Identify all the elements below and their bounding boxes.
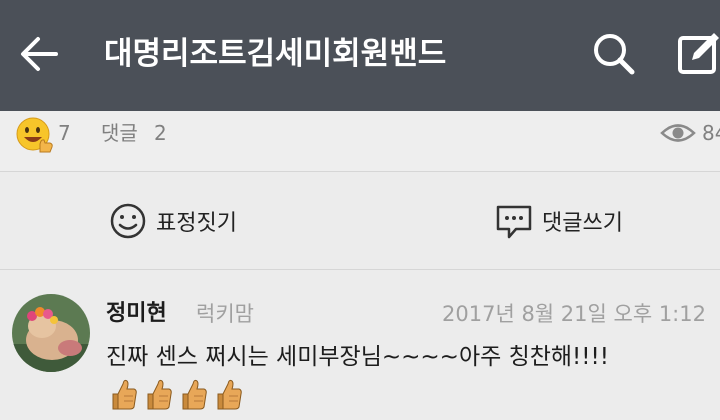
comment-text: 진짜 센스 쩌시는 세미부장님~~~~아주 칭찬해!!!! [106, 344, 609, 370]
band-title: 대명리조트김세미회원밴드 [104, 36, 447, 72]
comment-count[interactable]: 2 [154, 118, 167, 148]
reaction-count[interactable]: 7 [58, 118, 71, 148]
smiley-outline-icon [110, 203, 146, 239]
app-header: 대명리조트김세미회원밴드 [0, 0, 720, 111]
search-icon [594, 34, 635, 75]
compose-icon [678, 33, 719, 74]
thumbs-up-emoji-icon [106, 376, 140, 412]
thumbs-up-emoji-icon [141, 376, 175, 412]
write-post-button[interactable] [672, 28, 720, 80]
view-count: 84 [702, 121, 720, 145]
arrow-left-icon [21, 37, 58, 71]
search-button[interactable] [588, 28, 640, 80]
comment-timestamp: 2017년 8월 21일 오후 1:12 [442, 302, 706, 326]
eye-icon [660, 118, 696, 148]
speech-bubble-icon [496, 205, 532, 239]
write-comment-button[interactable]: 댓글쓰기 [494, 200, 623, 242]
back-button[interactable] [16, 30, 64, 78]
comment-author[interactable]: 정미현 [106, 298, 167, 330]
add-emotion-button[interactable]: 표정짓기 [108, 200, 237, 242]
write-comment-label: 댓글쓰기 [542, 211, 623, 236]
comment-author-nickname: 럭키맘 [196, 302, 254, 326]
avatar[interactable] [12, 294, 90, 372]
comment-count-label[interactable]: 댓글 [101, 118, 138, 148]
thumbs-up-emoji-icon [211, 376, 245, 412]
thumbs-up-emoji-icon [176, 376, 210, 412]
smiley-thumbs-up-icon[interactable] [14, 116, 54, 156]
add-emotion-label: 표정짓기 [156, 211, 237, 236]
comment-emoji-row [106, 376, 246, 416]
